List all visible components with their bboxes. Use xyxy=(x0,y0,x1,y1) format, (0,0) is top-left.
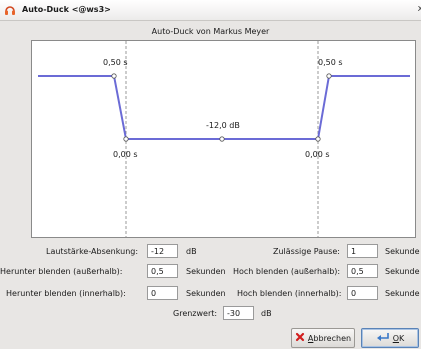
outer-fade-up-field[interactable] xyxy=(347,264,378,278)
outer-fade-up-unit: Sekunde xyxy=(385,267,420,276)
outer-fade-up-label: Hoch blenden (außerhalb): xyxy=(233,267,341,276)
inner-fade-down-field[interactable] xyxy=(147,286,178,300)
ok-button-label: OK xyxy=(392,333,405,343)
duck-amount-label: Lautstärke-Absenkung: xyxy=(46,247,139,256)
threshold-unit: dB xyxy=(261,309,272,318)
threshold-label: Grenzwert: xyxy=(173,309,218,318)
cancel-button-label: Abbrechen xyxy=(307,333,352,343)
max-pause-unit: Sekunde xyxy=(385,247,420,256)
max-pause-label: Zulässige Pause: xyxy=(273,247,340,256)
inner-fade-down-unit: Sekunden xyxy=(186,289,226,298)
cancel-button[interactable]: Abbrechen xyxy=(291,328,355,348)
threshold-field[interactable] xyxy=(223,306,254,320)
envelope-svg xyxy=(38,41,410,237)
fade-up-inner-label: 0,00 s xyxy=(305,150,330,159)
inner-fade-down-label: Herunter blenden (innerhalb): xyxy=(6,289,126,298)
handle-fade-down-outer xyxy=(111,73,117,79)
outer-fade-down-label: Herunter blenden (außerhalb): xyxy=(0,267,123,276)
inner-fade-up-field[interactable] xyxy=(347,286,378,300)
handle-fade-up-inner xyxy=(315,136,321,142)
max-pause-field[interactable] xyxy=(347,244,378,258)
handle-duck-amount xyxy=(219,136,225,142)
plugin-subtitle: Auto-Duck von Markus Meyer xyxy=(151,27,270,36)
envelope-graph[interactable]: 0,50 s 0,50 s 0,00 s 0,00 s -12,0 dB xyxy=(31,40,416,238)
outer-fade-down-field[interactable] xyxy=(147,264,178,278)
outer-fade-down-unit: Sekunden xyxy=(186,267,226,276)
handle-fade-down-inner xyxy=(123,136,129,142)
inner-fade-up-unit: Sekunde xyxy=(385,289,420,298)
headphones-icon xyxy=(4,4,16,16)
inner-fade-up-label: Hoch blenden (innerhalb): xyxy=(237,289,342,298)
fade-down-inner-label: 0,00 s xyxy=(113,150,138,159)
duck-amount-field[interactable] xyxy=(147,244,178,258)
duck-amount-graph-label: -12,0 dB xyxy=(206,121,240,130)
cancel-icon xyxy=(295,332,305,344)
fade-up-outer-label: 0,50 s xyxy=(318,58,343,67)
ok-button[interactable]: OK xyxy=(361,328,419,348)
ok-icon xyxy=(376,332,390,344)
duck-amount-unit: dB xyxy=(186,247,197,256)
title-bar: Auto-Duck <@ws3> x xyxy=(0,0,421,21)
fade-down-outer-label: 0,50 s xyxy=(103,58,128,67)
handle-fade-up-outer xyxy=(326,73,332,79)
window-title: Auto-Duck <@ws3> xyxy=(22,5,111,14)
